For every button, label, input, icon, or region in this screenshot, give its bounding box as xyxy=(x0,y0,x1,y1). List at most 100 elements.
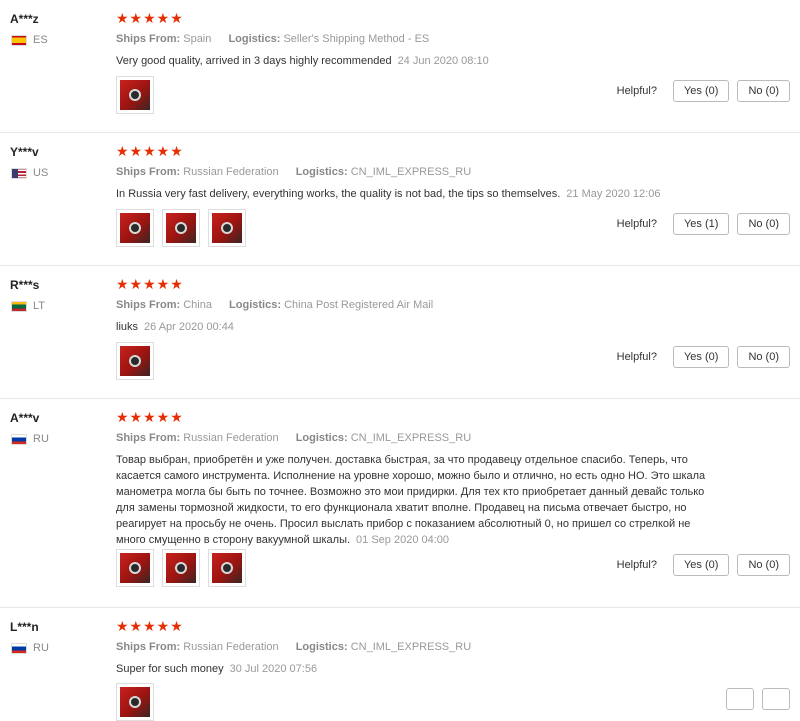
review-item: R***s LT ★★★★★ Ships From: China Logisti… xyxy=(0,266,800,399)
review-text: Товар выбран, приобретён и уже получен. … xyxy=(116,454,706,546)
star-rating: ★★★★★ xyxy=(116,143,184,159)
reviewer-country: RU xyxy=(11,433,49,445)
logistics-label: Logistics: xyxy=(295,432,348,444)
review-date: 01 Sep 2020 04:00 xyxy=(356,534,450,546)
review-photo-thumbnail[interactable] xyxy=(208,209,246,247)
review-item: A***v RU ★★★★★ Ships From: Russian Feder… xyxy=(0,399,800,608)
helpful-vote xyxy=(718,688,790,710)
review-photos xyxy=(116,342,154,380)
reviewer-country: RU xyxy=(11,642,49,654)
ships-from-value: Russian Federation xyxy=(183,432,279,444)
logistics-label: Logistics: xyxy=(295,641,348,653)
helpful-no-button[interactable] xyxy=(762,688,790,710)
us-flag-icon xyxy=(11,167,27,179)
helpful-label: Helpful? xyxy=(616,351,657,363)
helpful-no-button[interactable]: No (0) xyxy=(737,346,790,368)
helpful-no-button[interactable]: No (0) xyxy=(737,80,790,102)
review-photo-thumbnail[interactable] xyxy=(208,549,246,587)
logistics-value: China Post Registered Air Mail xyxy=(284,299,434,311)
review-date: 21 May 2020 12:06 xyxy=(566,188,661,200)
helpful-label: Helpful? xyxy=(616,218,657,230)
ships-from-label: Ships From: xyxy=(116,33,181,45)
helpful-yes-button[interactable]: Yes (1) xyxy=(672,213,730,235)
logistics-label: Logistics: xyxy=(228,33,281,45)
reviewer-name: A***z xyxy=(10,12,39,26)
helpful-label: Helpful? xyxy=(616,85,657,97)
reviewer-name: R***s xyxy=(10,278,40,292)
review-photos xyxy=(116,683,154,721)
review-photo-thumbnail[interactable] xyxy=(162,209,200,247)
ships-from-value: China xyxy=(183,299,212,311)
review-photo-thumbnail[interactable] xyxy=(116,209,154,247)
review-photo-thumbnail[interactable] xyxy=(116,549,154,587)
review-date: 24 Jun 2020 08:10 xyxy=(397,55,489,67)
lithuania-flag-icon xyxy=(11,300,27,312)
review-text: Super for such money xyxy=(116,663,224,675)
review-text-block: Super for such money 30 Jul 2020 07:56 xyxy=(116,661,716,677)
star-rating: ★★★★★ xyxy=(116,618,184,634)
ships-from-label: Ships From: xyxy=(116,299,181,311)
review-text: In Russia very fast delivery, everything… xyxy=(116,188,561,200)
review-text-block: Товар выбран, приобретён и уже получен. … xyxy=(116,452,716,548)
star-rating: ★★★★★ xyxy=(116,409,184,425)
helpful-no-button[interactable]: No (0) xyxy=(737,554,790,576)
review-photo-thumbnail[interactable] xyxy=(116,683,154,721)
helpful-yes-button[interactable]: Yes (0) xyxy=(672,554,730,576)
country-code: ES xyxy=(33,34,48,46)
helpful-label: Helpful? xyxy=(616,559,657,571)
review-date: 26 Apr 2020 00:44 xyxy=(144,321,234,333)
country-code: RU xyxy=(33,642,49,654)
reviewer-country: ES xyxy=(11,34,48,46)
review-date: 30 Jul 2020 07:56 xyxy=(229,663,318,675)
logistics-value: CN_IML_EXPRESS_RU xyxy=(350,166,472,178)
spain-flag-icon xyxy=(11,34,27,46)
country-code: LT xyxy=(33,300,46,312)
reviewer-country: US xyxy=(11,167,48,179)
russia-flag-icon xyxy=(11,642,27,654)
shipping-info: Ships From: Russian Federation Logistics… xyxy=(116,641,471,653)
shipping-info: Ships From: Russian Federation Logistics… xyxy=(116,432,471,444)
logistics-value: CN_IML_EXPRESS_RU xyxy=(350,641,472,653)
review-photo-thumbnail[interactable] xyxy=(116,342,154,380)
review-photos xyxy=(116,209,246,247)
review-text-block: liuks 26 Apr 2020 00:44 xyxy=(116,319,716,335)
logistics-value: Seller's Shipping Method - ES xyxy=(283,33,430,45)
shipping-info: Ships From: China Logistics: China Post … xyxy=(116,299,433,311)
logistics-value: CN_IML_EXPRESS_RU xyxy=(350,432,472,444)
review-item: A***z ES ★★★★★ Ships From: Spain Logisti… xyxy=(0,0,800,133)
review-text: Very good quality, arrived in 3 days hig… xyxy=(116,55,392,67)
ships-from-label: Ships From: xyxy=(116,432,181,444)
review-item: Y***v US ★★★★★ Ships From: Russian Feder… xyxy=(0,133,800,266)
helpful-yes-button[interactable] xyxy=(726,688,754,710)
reviewer-name: Y***v xyxy=(10,145,39,159)
helpful-no-button[interactable]: No (0) xyxy=(737,213,790,235)
ships-from-value: Russian Federation xyxy=(183,641,279,653)
logistics-label: Logistics: xyxy=(295,166,348,178)
review-text-block: In Russia very fast delivery, everything… xyxy=(116,186,716,202)
review-photos xyxy=(116,549,246,587)
review-item: L***n RU ★★★★★ Ships From: Russian Feder… xyxy=(0,608,800,721)
shipping-info: Ships From: Spain Logistics: Seller's Sh… xyxy=(116,33,429,45)
helpful-yes-button[interactable]: Yes (0) xyxy=(672,346,730,368)
helpful-vote: Helpful? Yes (0) No (0) xyxy=(617,554,790,576)
review-text: liuks xyxy=(116,321,139,333)
helpful-yes-button[interactable]: Yes (0) xyxy=(672,80,730,102)
reviewer-name: L***n xyxy=(10,620,39,634)
reviewer-name: A***v xyxy=(10,411,40,425)
helpful-vote: Helpful? Yes (0) No (0) xyxy=(617,346,790,368)
country-code: US xyxy=(33,167,49,179)
review-photo-thumbnail[interactable] xyxy=(116,76,154,114)
star-rating: ★★★★★ xyxy=(116,10,184,26)
review-text-block: Very good quality, arrived in 3 days hig… xyxy=(116,53,716,69)
ships-from-label: Ships From: xyxy=(116,166,181,178)
shipping-info: Ships From: Russian Federation Logistics… xyxy=(116,166,471,178)
review-photos xyxy=(116,76,154,114)
star-rating: ★★★★★ xyxy=(116,276,184,292)
ships-from-value: Spain xyxy=(183,33,212,45)
country-code: RU xyxy=(33,433,49,445)
russia-flag-icon xyxy=(11,433,27,445)
helpful-vote: Helpful? Yes (1) No (0) xyxy=(617,213,790,235)
helpful-vote: Helpful? Yes (0) No (0) xyxy=(617,80,790,102)
review-photo-thumbnail[interactable] xyxy=(162,549,200,587)
reviewer-country: LT xyxy=(11,300,45,312)
